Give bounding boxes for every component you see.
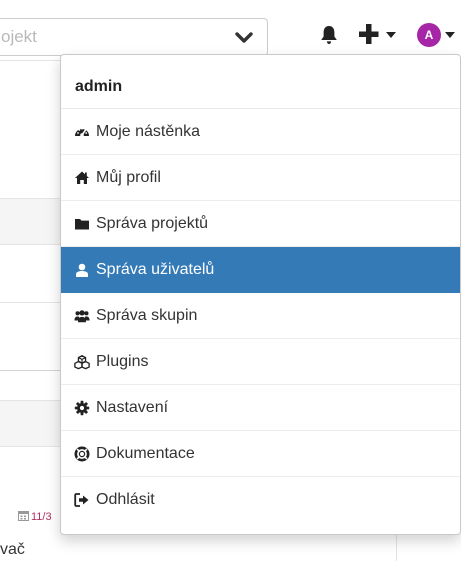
- user-menu-toggle[interactable]: A: [412, 23, 461, 51]
- user-icon: [74, 262, 90, 278]
- cubes-icon: [74, 354, 90, 370]
- menu-item-label: Plugins: [96, 352, 149, 370]
- background-divider: [0, 198, 62, 199]
- calendar-icon: [18, 511, 29, 521]
- menu-item-label: Dokumentace: [96, 444, 195, 462]
- home-icon: [74, 170, 90, 186]
- folder-icon: [74, 216, 90, 232]
- menu-header-username: admin: [61, 55, 460, 109]
- menu-item-label: Nastavení: [96, 398, 169, 416]
- menu-item-settings[interactable]: Nastavení: [61, 385, 460, 431]
- sign-out-icon: [74, 492, 90, 508]
- background-divider: [0, 244, 62, 245]
- menu-item-label: Odhlásit: [96, 491, 155, 508]
- menu-item-dashboard[interactable]: Moje nástěnka: [61, 109, 460, 155]
- menu-item-users-admin[interactable]: Správa uživatelů: [61, 247, 460, 293]
- background-row-band: [0, 400, 62, 446]
- users-icon: [74, 308, 90, 324]
- background-row-band: [0, 198, 62, 244]
- caret-down-icon: [445, 32, 455, 38]
- menu-item-groups-admin[interactable]: Správa skupin: [61, 293, 460, 339]
- menu-item-label: Moje nástěnka: [96, 122, 201, 140]
- background-divider: [0, 400, 62, 401]
- background-divider: [0, 446, 62, 447]
- avatar: A: [417, 23, 441, 47]
- caret-down-icon: [386, 32, 396, 38]
- background-text: vač: [0, 541, 25, 558]
- background-date-text: 11/3: [31, 511, 52, 523]
- page: 11/3 vač ojekt A admin Moje nástěnka Můj…: [0, 0, 461, 561]
- menu-item-label: Správa skupin: [96, 306, 198, 324]
- menu-item-projects-admin[interactable]: Správa projektů: [61, 201, 460, 247]
- chevron-down-icon: [235, 32, 253, 43]
- project-select[interactable]: ojekt: [0, 18, 268, 56]
- plus-icon: [359, 24, 379, 44]
- life-ring-icon: [74, 446, 90, 462]
- user-dropdown-menu: admin Moje nástěnka Můj profil Správa pr…: [60, 54, 461, 535]
- menu-item-label: Správa projektů: [96, 214, 209, 232]
- background-divider: [0, 302, 62, 303]
- dashboard-icon: [74, 124, 90, 140]
- background-divider: [0, 60, 62, 61]
- menu-item-label: Můj profil: [96, 168, 161, 186]
- menu-item-label: Správa uživatelů: [96, 260, 215, 278]
- background-divider: [0, 370, 62, 371]
- gear-icon: [74, 400, 90, 416]
- menu-item-logout[interactable]: Odhlásit: [61, 477, 460, 523]
- project-select-placeholder: ojekt: [1, 27, 37, 46]
- menu-item-my-profile[interactable]: Můj profil: [61, 155, 460, 201]
- background-date: 11/3: [18, 510, 52, 523]
- add-menu-toggle[interactable]: [358, 23, 408, 49]
- menu-item-plugins[interactable]: Plugins: [61, 339, 460, 385]
- bell-icon[interactable]: [320, 25, 338, 45]
- menu-item-documentation[interactable]: Dokumentace: [61, 431, 460, 477]
